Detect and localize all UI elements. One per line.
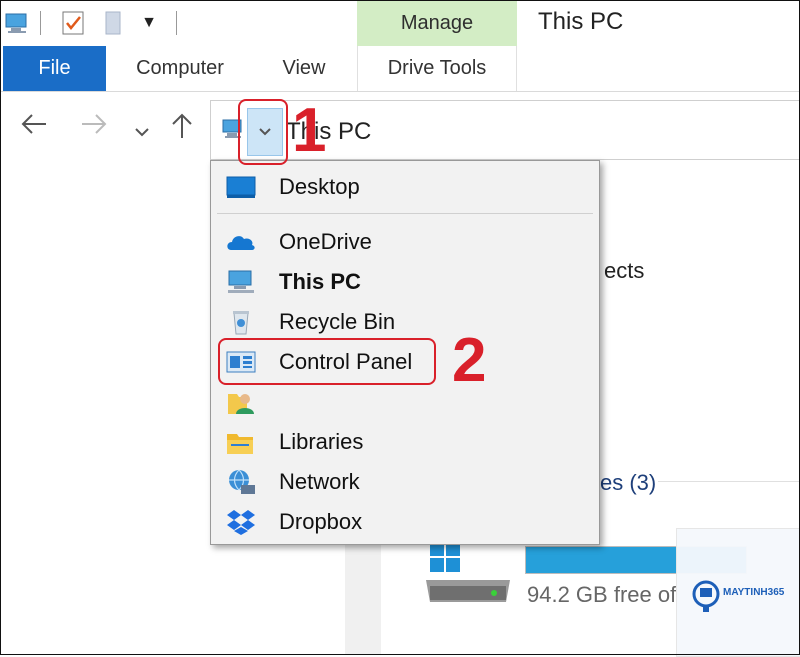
menu-item-desktop[interactable]: Desktop: [211, 167, 599, 207]
onedrive-icon: [225, 228, 257, 256]
window-title: This PC: [538, 8, 624, 35]
brand-name: MAYTINH365: [723, 587, 785, 598]
section-divider: [658, 481, 800, 482]
tab-computer[interactable]: Computer: [118, 46, 242, 91]
step2-number: 2: [452, 326, 487, 395]
menu-item-label: Libraries: [279, 429, 364, 454]
desktop-icon: [225, 173, 257, 201]
new-folder-icon[interactable]: [100, 6, 126, 40]
toolbar-divider: [174, 6, 178, 40]
section-header-partial: ects: [604, 258, 645, 283]
manage-contextual-tab[interactable]: Manage: [357, 0, 517, 46]
menu-item-label: Desktop: [279, 174, 360, 199]
menu-item-label: Recycle Bin: [279, 309, 396, 334]
menu-item-label: OneDrive: [279, 229, 372, 254]
step2-highlight-box: [218, 338, 436, 385]
menu-separator: [217, 213, 593, 214]
menu-item-this-pc[interactable]: This PC: [211, 262, 599, 302]
back-arrow-icon[interactable]: [20, 112, 48, 142]
menu-item-user-folder[interactable]: [211, 382, 599, 422]
drive-free-space: 94.2 GB free of: [527, 582, 677, 607]
devices-header-partial: es (3): [600, 470, 657, 495]
this-pc-icon: [225, 268, 257, 296]
libraries-icon: [225, 428, 257, 456]
menu-item-label: Network: [279, 469, 360, 494]
customize-toolbar-icon[interactable]: ▼: [138, 6, 160, 40]
brand-logo-icon: [691, 579, 721, 618]
user-folder-icon: [225, 388, 257, 416]
menu-item-libraries[interactable]: Libraries: [211, 422, 599, 462]
recent-locations-chevron-icon[interactable]: [134, 116, 150, 146]
recycle-bin-icon: [225, 308, 257, 336]
up-arrow-icon[interactable]: [170, 112, 194, 146]
step1-highlight-box: [238, 99, 288, 165]
this-pc-icon[interactable]: [4, 6, 32, 40]
properties-icon[interactable]: [58, 6, 88, 40]
network-icon: [225, 468, 257, 496]
tab-view[interactable]: View: [264, 46, 344, 91]
tab-drive-tools[interactable]: Drive Tools: [357, 46, 517, 91]
forward-arrow-icon[interactable]: [80, 112, 108, 142]
menu-item-dropbox[interactable]: Dropbox: [211, 502, 599, 542]
local-disk-icon[interactable]: [420, 540, 516, 615]
menu-item-onedrive[interactable]: OneDrive: [211, 222, 599, 262]
watermark: MAYTINH365: [676, 528, 800, 657]
menu-item-label: This PC: [279, 269, 361, 294]
step1-number: 1: [292, 96, 327, 165]
menu-item-label: Dropbox: [279, 509, 363, 534]
tab-file[interactable]: File: [3, 46, 106, 91]
menu-item-recycle-bin[interactable]: Recycle Bin: [211, 302, 599, 342]
ribbon-tabs: File Computer View Drive Tools: [0, 46, 800, 92]
menu-item-network[interactable]: Network: [211, 462, 599, 502]
toolbar-divider: [38, 6, 42, 40]
dropbox-icon: [225, 508, 257, 536]
